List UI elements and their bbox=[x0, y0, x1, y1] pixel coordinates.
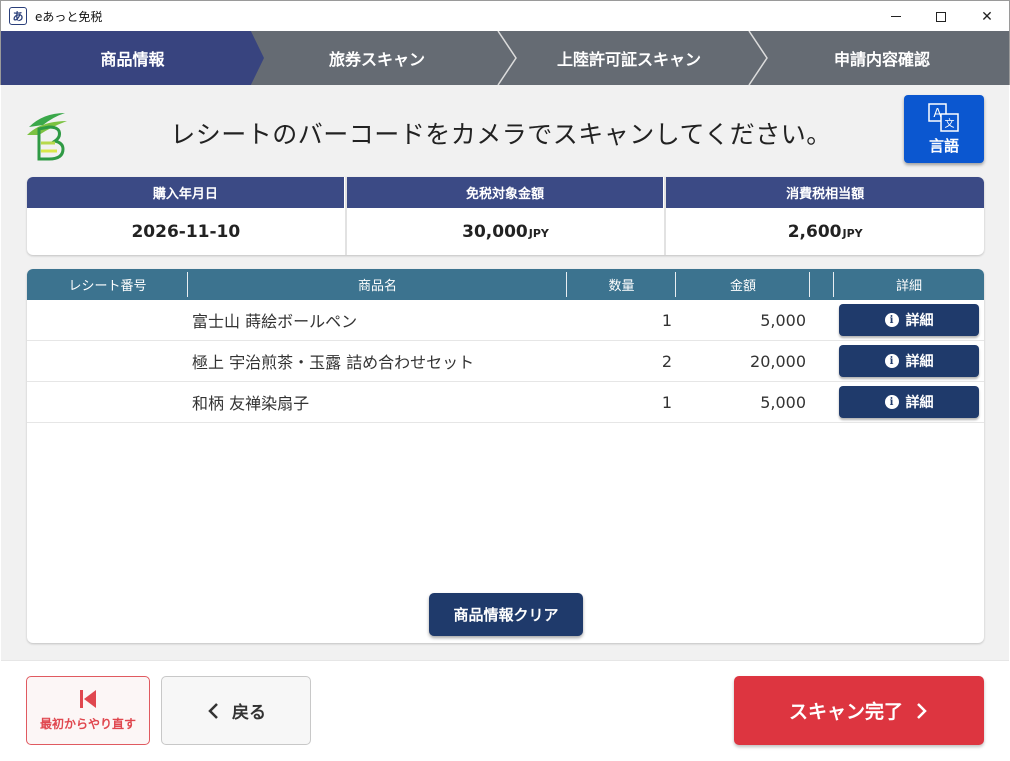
close-button[interactable]: ✕ bbox=[964, 1, 1010, 32]
column-label: 数量 bbox=[608, 279, 635, 294]
language-button[interactable]: A 文 言語 bbox=[904, 95, 984, 163]
amount-cell: 5,000 bbox=[760, 310, 806, 330]
items-table-header: レシート番号 商品名 数量 金額 詳細 bbox=[27, 269, 984, 300]
scan-complete-label: スキャン完了 bbox=[788, 701, 903, 723]
app-logo-icon: あ bbox=[9, 7, 27, 25]
quantity-cell: 2 bbox=[661, 351, 672, 371]
purchase-date-header: 購入年月日 bbox=[27, 177, 345, 208]
tax-amount-value: 2,600 JPY bbox=[666, 208, 984, 255]
currency-unit: JPY bbox=[842, 227, 863, 240]
column-detail: 詳細 bbox=[834, 269, 984, 300]
product-name-cell: 極上 宇治煎茶・玉露 詰め合わせセット bbox=[192, 353, 475, 372]
items-table: レシート番号 商品名 数量 金額 詳細 富士山 蒔絵ボールペン 1 5,000 … bbox=[27, 269, 984, 643]
step-progress-bar: 商品情報 旅券スキャン 上陸許可証スキャン 申請内容確認 bbox=[0, 31, 1010, 85]
step-label: 旅券スキャン bbox=[328, 50, 425, 69]
tax-amount-header: 消費税相当額 bbox=[666, 177, 984, 208]
translate-icon: A 文 bbox=[928, 102, 959, 132]
main-content: レシートのバーコードをカメラでスキャンしてください。 A 文 言語 購入年月日 … bbox=[1, 85, 1009, 660]
maximize-button[interactable] bbox=[918, 1, 964, 32]
amount-cell: 20,000 bbox=[750, 351, 806, 371]
brand-logo-icon bbox=[27, 113, 67, 161]
maximize-icon bbox=[936, 11, 946, 22]
window-title: eあっと免税 bbox=[35, 9, 103, 24]
column-blank bbox=[810, 269, 834, 300]
column-amount: 金額 bbox=[676, 269, 810, 300]
taxfree-amount-column: 免税対象金額 30,000 JPY bbox=[346, 177, 667, 255]
detail-button[interactable]: i 詳細 bbox=[839, 386, 979, 418]
purchase-date-column: 購入年月日 2026-11-10 bbox=[27, 177, 347, 255]
detail-button[interactable]: i 詳細 bbox=[839, 304, 979, 336]
info-icon: i bbox=[884, 354, 899, 368]
table-row: 富士山 蒔絵ボールペン 1 5,000 i 詳細 bbox=[27, 300, 984, 341]
step-label: 申請内容確認 bbox=[833, 50, 930, 69]
minimize-button[interactable] bbox=[873, 1, 919, 32]
currency-unit: JPY bbox=[528, 227, 549, 240]
taxfree-amount-number: 30,000 bbox=[462, 221, 528, 242]
product-name-cell: 富士山 蒔絵ボールペン bbox=[192, 312, 358, 331]
detail-label: 詳細 bbox=[905, 395, 934, 411]
step-confirm-application: 申請内容確認 bbox=[755, 31, 1009, 85]
detail-label: 詳細 bbox=[905, 313, 934, 329]
product-name-cell: 和柄 友禅染扇子 bbox=[192, 394, 310, 413]
chevron-left-icon bbox=[208, 702, 218, 719]
skip-to-start-icon bbox=[80, 690, 96, 708]
column-quantity: 数量 bbox=[567, 269, 676, 300]
detail-button[interactable]: i 詳細 bbox=[839, 345, 979, 377]
taxfree-amount-value: 30,000 JPY bbox=[347, 208, 665, 255]
column-label: 金額 bbox=[729, 279, 756, 294]
tax-amount-number: 2,600 bbox=[787, 221, 842, 242]
purchase-summary: 購入年月日 2026-11-10 免税対象金額 30,000 JPY 消費税相当額… bbox=[27, 177, 984, 255]
step-label: 上陸許可証スキャン bbox=[556, 50, 701, 69]
table-row: 和柄 友禅染扇子 1 5,000 i 詳細 bbox=[27, 382, 984, 423]
column-label: 商品名 bbox=[357, 279, 397, 294]
quantity-cell: 1 bbox=[661, 310, 672, 330]
detail-label: 詳細 bbox=[905, 354, 934, 370]
column-product-name: 商品名 bbox=[188, 269, 567, 300]
clear-product-info-button[interactable]: 商品情報クリア bbox=[429, 593, 583, 636]
chevron-right-icon bbox=[917, 702, 927, 719]
taxfree-amount-header: 免税対象金額 bbox=[346, 177, 665, 208]
amount-cell: 5,000 bbox=[760, 392, 806, 412]
minimize-icon bbox=[891, 16, 901, 17]
language-label: 言語 bbox=[928, 136, 959, 155]
purchase-date-value: 2026-11-10 bbox=[131, 221, 241, 242]
close-icon: ✕ bbox=[981, 8, 993, 25]
step-passport-scan: 旅券スキャン bbox=[251, 31, 503, 85]
step-separator-icon bbox=[748, 31, 768, 85]
scan-complete-button[interactable]: スキャン完了 bbox=[734, 676, 984, 745]
window-titlebar: あ eあっと免税 ✕ bbox=[0, 0, 1010, 31]
column-label: 詳細 bbox=[895, 279, 922, 294]
table-row: 極上 宇治煎茶・玉露 詰め合わせセット 2 20,000 i 詳細 bbox=[27, 341, 984, 382]
scan-instruction: レシートのバーコードをカメラでスキャンしてください。 bbox=[170, 120, 832, 149]
restart-button[interactable]: 最初からやり直す bbox=[26, 676, 150, 745]
back-label: 戻る bbox=[232, 703, 266, 723]
quantity-cell: 1 bbox=[661, 392, 672, 412]
info-icon: i bbox=[884, 395, 899, 409]
step-landing-permit-scan: 上陸許可証スキャン bbox=[503, 31, 755, 85]
restart-label: 最初からやり直す bbox=[39, 717, 136, 731]
info-icon: i bbox=[884, 313, 899, 327]
step-label: 商品情報 bbox=[100, 50, 165, 69]
step-separator-icon bbox=[497, 31, 517, 85]
tax-amount-column: 消費税相当額 2,600 JPY bbox=[666, 177, 984, 255]
step-product-info: 商品情報 bbox=[1, 31, 264, 85]
column-label: レシート番号 bbox=[68, 279, 147, 294]
footer-bar: 最初からやり直す 戻る スキャン完了 bbox=[1, 660, 1009, 761]
svg-text:文: 文 bbox=[945, 117, 955, 130]
column-receipt-no: レシート番号 bbox=[27, 269, 188, 300]
back-button[interactable]: 戻る bbox=[161, 676, 311, 745]
